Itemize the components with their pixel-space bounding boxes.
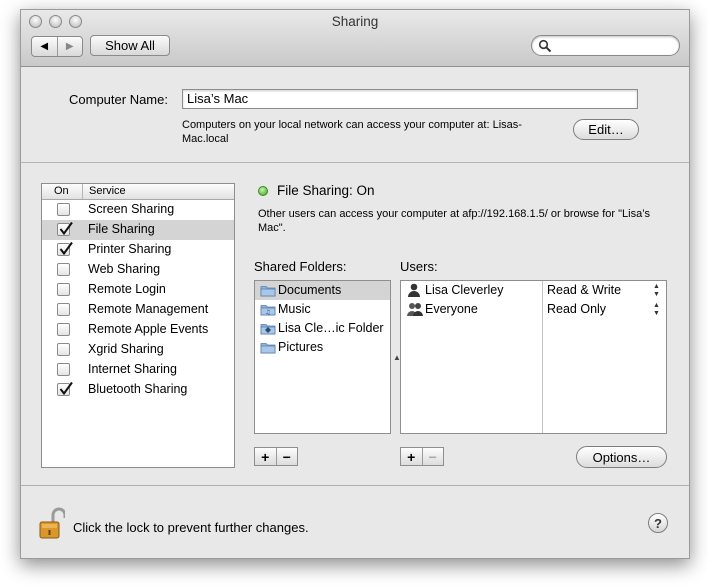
service-row[interactable]: Internet Sharing (42, 360, 234, 380)
lock-icon[interactable] (39, 507, 65, 541)
service-row[interactable]: Remote Login (42, 280, 234, 300)
computer-name-description: Computers on your local network can acce… (182, 119, 522, 145)
computer-name-label: Computer Name: (69, 92, 168, 107)
service-checkbox[interactable] (57, 203, 70, 216)
group-icon (407, 303, 423, 316)
add-user-button[interactable]: + (401, 448, 422, 465)
service-list: On Service Screen Sharing File Sharing Pri… (41, 183, 235, 468)
window-title: Sharing (331, 14, 379, 29)
public-folder-icon (260, 324, 276, 335)
service-row[interactable]: Xgrid Sharing (42, 340, 234, 360)
service-label: Remote Apple Events (88, 322, 209, 336)
service-checkbox[interactable] (57, 343, 70, 356)
lock-message: Click the lock to prevent further change… (73, 520, 309, 535)
folder-icon-wrap (260, 341, 276, 357)
options-button[interactable]: Options… (576, 446, 667, 468)
service-label: Bluetooth Sharing (88, 382, 188, 396)
users-list: Lisa Cleverley Read & Write ▲ ▼ Everyone Read… (400, 280, 667, 434)
service-checkbox[interactable] (57, 323, 70, 336)
folder-row[interactable]: Pictures (255, 338, 390, 357)
service-row[interactable]: Printer Sharing (42, 240, 234, 260)
folder-icon-wrap: ♫ (260, 303, 276, 319)
users-label: Users: (400, 259, 438, 274)
computer-name-field[interactable]: Lisa’s Mac (182, 89, 638, 109)
search-input[interactable] (556, 38, 675, 54)
service-label: Internet Sharing (88, 362, 177, 376)
remove-user-button[interactable]: − (421, 448, 444, 465)
user-icon-wrap (406, 302, 424, 320)
checkmark-icon (59, 221, 73, 236)
service-row[interactable]: Remote Apple Events (42, 320, 234, 340)
user-row[interactable]: Everyone Read Only ▲ ▼ (401, 300, 666, 319)
svg-text:♫: ♫ (265, 309, 270, 316)
service-checkbox[interactable] (57, 303, 70, 316)
forward-button[interactable]: ▶ (56, 37, 83, 56)
service-label: Xgrid Sharing (88, 342, 164, 356)
checkmark-icon (59, 241, 73, 256)
service-row[interactable]: Screen Sharing (42, 200, 234, 220)
title-bar: Sharing ◀ ▶ Show All (21, 10, 689, 67)
folder-icon-wrap (260, 284, 276, 300)
add-folder-button[interactable]: + (255, 448, 276, 465)
popup-arrows-icon[interactable]: ▲ ▼ (653, 302, 660, 318)
folder-icon (260, 343, 276, 354)
service-label: Screen Sharing (88, 202, 175, 216)
sharing-window: Sharing ◀ ▶ Show All Computer Name: Lisa… (20, 9, 690, 559)
service-checkbox[interactable] (57, 263, 70, 276)
service-label: Web Sharing (88, 262, 161, 276)
edit-button[interactable]: Edit… (573, 119, 639, 140)
folder-add-remove: + − (254, 447, 298, 466)
shared-folders-label: Shared Folders: (254, 259, 347, 274)
user-icon-wrap (406, 283, 422, 301)
folder-name: Pictures (278, 340, 324, 354)
show-all-button[interactable]: Show All (90, 35, 170, 56)
folder-row[interactable]: Lisa Cle…ic Folder (255, 319, 390, 338)
service-label: Printer Sharing (88, 242, 172, 256)
service-description: Other users can access your computer at … (258, 208, 650, 234)
user-icon (408, 283, 420, 297)
column-header-on[interactable]: On (54, 185, 69, 197)
folder-icon-wrap (260, 322, 276, 338)
user-name: Lisa Cleverley (425, 283, 504, 297)
service-row[interactable]: Web Sharing (42, 260, 234, 280)
navigation-buttons: ◀ ▶ (31, 36, 83, 57)
folder-icon (260, 286, 276, 297)
remove-folder-button[interactable]: − (275, 448, 298, 465)
search-field[interactable] (531, 35, 680, 56)
service-checkbox[interactable] (57, 381, 73, 396)
service-label: Remote Login (88, 282, 166, 296)
service-row[interactable]: Bluetooth Sharing (42, 380, 234, 400)
column-header-service[interactable]: Service (82, 184, 126, 199)
service-checkbox[interactable] (57, 363, 70, 376)
shared-folders-list: Documents ♫ Music Lisa Cle…ic Folder Picture… (254, 280, 391, 434)
service-status: File Sharing: On (277, 183, 375, 198)
search-icon (538, 39, 552, 53)
service-list-header: On Service (42, 184, 234, 200)
user-row[interactable]: Lisa Cleverley Read & Write ▲ ▼ (401, 281, 666, 300)
folder-row[interactable]: ♫ Music (255, 300, 390, 319)
service-row[interactable]: Remote Management (42, 300, 234, 320)
user-add-remove: + − (400, 447, 444, 466)
computer-name-pane: Computer Name: Lisa’s Mac Computers on y… (21, 67, 689, 163)
folder-name: Lisa Cle…ic Folder (278, 321, 384, 335)
bottom-bar: Click the lock to prevent further change… (21, 485, 689, 558)
popup-arrows-icon[interactable]: ▲ ▼ (653, 283, 660, 299)
service-checkbox[interactable] (57, 241, 73, 256)
help-button[interactable]: ? (648, 513, 668, 533)
folder-name: Music (278, 302, 311, 316)
permission-popup[interactable]: Read & Write (547, 283, 621, 297)
permission-popup[interactable]: Read Only (547, 302, 606, 316)
back-button[interactable]: ◀ (32, 37, 57, 56)
service-checkbox[interactable] (57, 221, 73, 236)
service-checkbox[interactable] (57, 283, 70, 296)
service-row[interactable]: File Sharing (42, 220, 234, 240)
folder-name: Documents (278, 283, 342, 297)
music-folder-icon: ♫ (260, 305, 276, 316)
service-label: File Sharing (88, 222, 155, 236)
service-label: Remote Management (88, 302, 209, 316)
status-indicator (258, 186, 268, 196)
checkmark-icon (59, 381, 73, 396)
folder-row[interactable]: Documents (255, 281, 390, 300)
user-name: Everyone (425, 302, 478, 316)
